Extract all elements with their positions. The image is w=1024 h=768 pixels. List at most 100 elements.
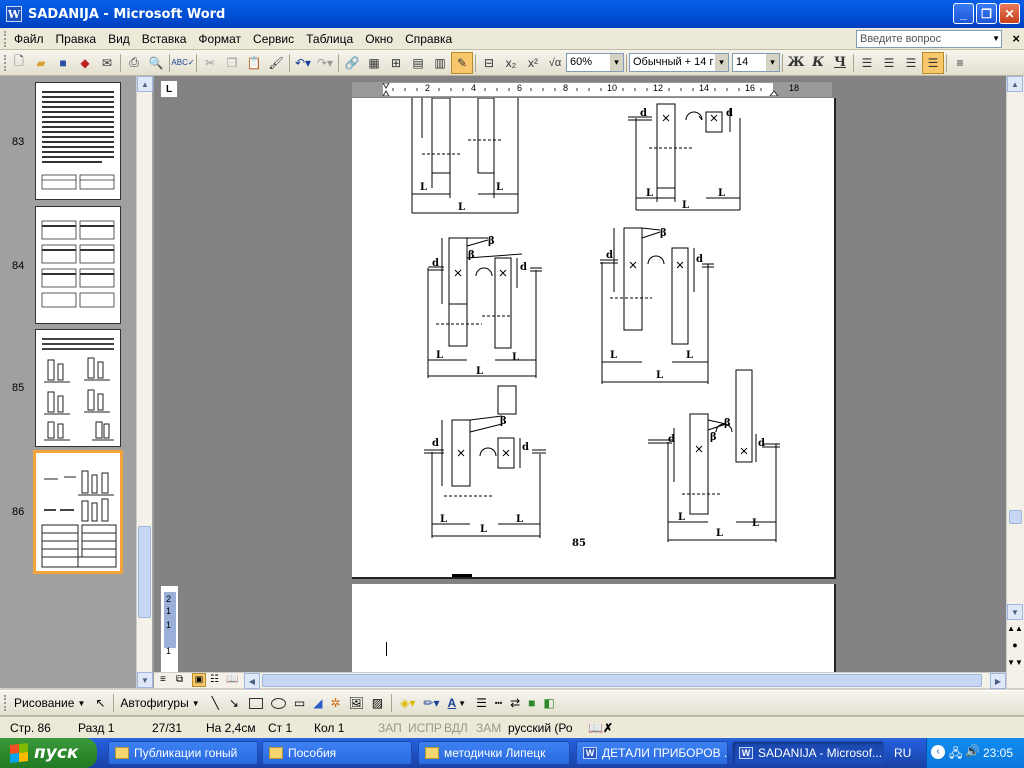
status-overtype[interactable]: ЗАМ [476,721,501,735]
document-map-icon[interactable]: ⊟ [478,52,500,74]
menu-help[interactable]: Справка [399,32,458,46]
select-objects-icon[interactable]: ↖ [95,696,105,710]
fill-color-icon[interactable]: ◈▾ [400,696,415,710]
line-style-icon[interactable]: ☰ [476,696,487,710]
bold-button[interactable]: Ж [785,52,807,74]
web-layout-icon[interactable]: ⧉ [176,674,183,685]
drawing-menu-arrow-icon[interactable]: ▼ [77,699,85,708]
cut-icon[interactable]: ✂ [199,52,221,74]
taskbar-item[interactable]: методички Липецк [418,741,570,765]
scroll-left-arrow-icon[interactable]: ◀ [244,673,260,689]
thumbnail-page-84[interactable] [35,206,121,324]
title-bar[interactable]: W SADANIJA - Microsoft Word _ ❐ ✕ [0,0,1024,28]
font-size-combo[interactable]: 14 [732,53,780,72]
menu-view[interactable]: Вид [102,32,136,46]
language-indicator[interactable]: RU [894,746,911,760]
font-color-arrow-icon[interactable]: ▼ [458,699,466,708]
redo-icon[interactable]: ↷▾ [314,52,336,74]
open-folder-icon[interactable]: ▰ [30,52,52,74]
reading-layout-icon[interactable]: 📖 [226,674,238,685]
document-vertical-scrollbar[interactable]: ▲ ▼ ▲▲ ● ▼▼ [1006,76,1024,688]
document-close-icon[interactable]: × [1012,31,1020,46]
volume-icon[interactable]: 🔊 [965,744,980,758]
thumbnail-page-86[interactable] [33,450,123,574]
text-box-icon[interactable]: ▭ [294,696,305,710]
taskbar-item[interactable]: Пособия [262,741,412,765]
print-icon[interactable]: ⎙ [123,52,145,74]
copy-icon[interactable]: ❐ [221,52,243,74]
scroll-up-arrow-icon[interactable]: ▲ [1007,76,1023,92]
horizontal-scroll-thumb[interactable] [262,674,982,687]
print-preview-icon[interactable]: 🔍 [145,52,167,74]
new-document-icon[interactable]: 🗋 [8,52,30,74]
horizontal-ruler[interactable]: 2 4 6 8 10 12 14 16 18 [352,82,832,97]
close-button[interactable]: ✕ [999,3,1020,24]
wordart-icon[interactable]: ◢ [313,696,322,710]
print-layout-icon[interactable]: ▣ [192,673,206,687]
tables-borders-icon[interactable]: ▦ [363,52,385,74]
paste-icon[interactable]: 📋 [243,52,265,74]
undo-icon[interactable]: ↶▾ [292,52,314,74]
drawing-toggle-icon[interactable]: ✎ [451,51,473,74]
select-browse-object-icon[interactable]: ● [1007,640,1023,650]
style-combo[interactable]: Обычный + 14 г [629,53,729,72]
document-page[interactable]: L L L d d L L L d d β β L L L d d β L L … [352,97,836,579]
menu-file[interactable]: Файл [8,32,50,46]
network-icon[interactable]: 🖧 [949,744,962,765]
clip-art-icon[interactable]: 🖼 [349,696,364,710]
spelling-status-icon[interactable]: 📖✗ [588,721,613,735]
thumbnail-scroll-thumb[interactable] [138,526,151,618]
arrow-tool-icon[interactable]: ↘ [229,696,239,710]
start-button[interactable]: пуск [0,738,97,768]
scroll-right-arrow-icon[interactable]: ▶ [990,673,1006,689]
autoshapes-arrow-icon[interactable]: ▼ [192,699,200,708]
oval-tool-icon[interactable] [270,697,286,709]
align-right-icon[interactable]: ☰ [900,52,922,74]
dash-style-icon[interactable]: ┅ [495,696,502,710]
email-icon[interactable]: ✉ [96,52,118,74]
italic-button[interactable]: К [807,52,829,74]
taskbar-item[interactable]: Публикации гоный [108,741,258,765]
align-left-icon[interactable]: ☰ [856,52,878,74]
menu-table[interactable]: Таблица [300,32,359,46]
word-app-icon[interactable]: W [6,6,22,22]
spelling-icon[interactable]: ABC✓ [171,52,194,74]
menu-edit[interactable]: Правка [50,32,103,46]
document-horizontal-scrollbar[interactable]: ≡ ⧉ ▣ ☷ 📖 ◀ ▶ [154,672,1006,689]
subscript-button[interactable]: x₂ [500,52,522,74]
outline-view-icon[interactable]: ☷ [210,674,219,685]
columns-icon[interactable]: ▥ [429,52,451,74]
status-record-macro[interactable]: ЗАП [378,721,402,735]
taskbar-item-active[interactable]: W SADANIJA - Microsof... [732,741,884,765]
menu-tools[interactable]: Сервис [247,32,300,46]
menu-format[interactable]: Формат [192,32,247,46]
justify-icon[interactable]: ☰ [922,51,944,74]
insert-table-icon[interactable]: ⊞ [385,52,407,74]
status-language[interactable]: русский (Ро [508,721,573,735]
numbered-list-icon[interactable]: ≡ [949,52,971,74]
format-painter-icon[interactable]: 🖌 [265,52,287,74]
autoshapes-menu-button[interactable]: Автофигуры [120,696,188,710]
vertical-ruler[interactable]: 2 1 1 1 [160,586,178,672]
previous-page-icon[interactable]: ▲▲ [1007,624,1023,633]
zoom-combo[interactable]: 60% [566,53,624,72]
line-tool-icon[interactable]: ╲ [212,696,219,710]
taskbar-item[interactable]: W ДЕТАЛИ ПРИБОРОВ ... [576,741,728,765]
drawing-toolbar-grip[interactable] [4,695,8,711]
scroll-down-arrow-icon[interactable]: ▼ [137,672,153,688]
underline-button[interactable]: Ч [829,52,851,74]
permission-icon[interactable]: ◆ [74,52,96,74]
status-track-changes[interactable]: ИСПР [408,721,442,735]
shadow-style-icon[interactable]: ■ [528,696,535,710]
superscript-button[interactable]: x² [522,52,544,74]
normal-view-icon[interactable]: ≡ [160,674,166,685]
minimize-button[interactable]: _ [953,3,974,24]
status-extend-selection[interactable]: ВДЛ [444,721,468,735]
next-page-icon[interactable]: ▼▼ [1007,658,1023,667]
thumbnail-scrollbar[interactable]: ▲ ▼ [136,76,153,688]
line-color-icon[interactable]: ✏▾ [423,696,439,710]
diagram-icon[interactable]: ✲ [331,696,341,710]
insert-hyperlink-icon[interactable]: 🔗 [341,52,363,74]
3d-style-icon[interactable]: ◧ [543,696,554,710]
document-scroll-thumb[interactable] [1009,510,1022,524]
